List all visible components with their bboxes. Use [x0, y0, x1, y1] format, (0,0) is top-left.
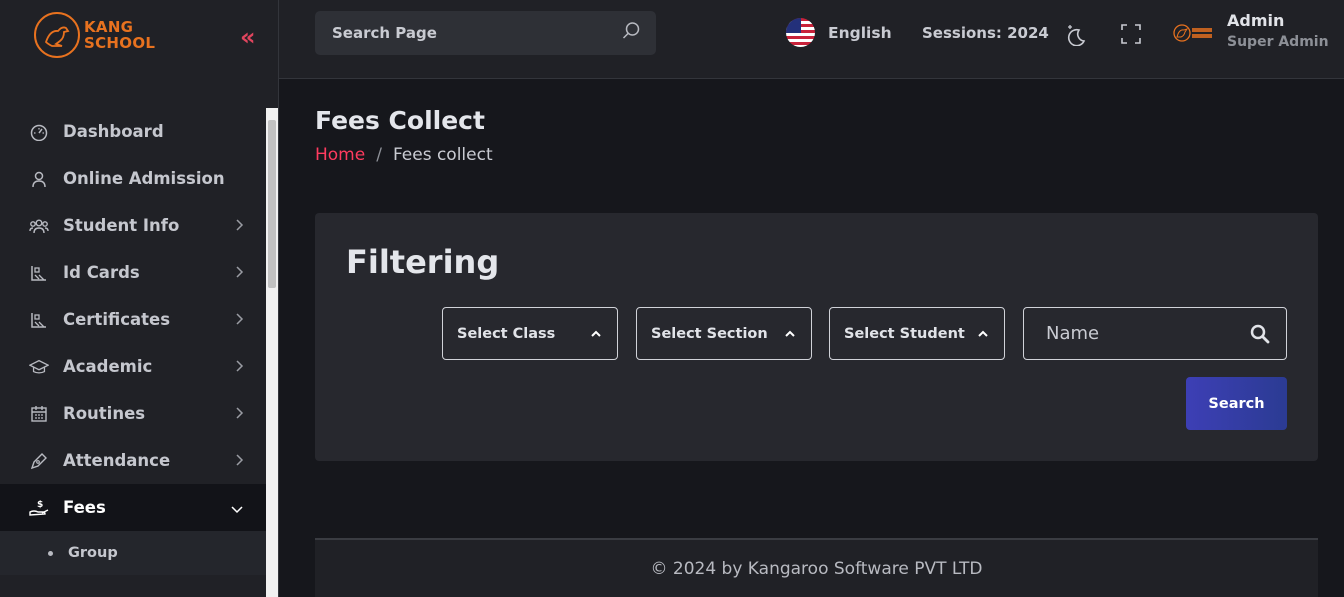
- sidebar-item-dashboard[interactable]: Dashboard: [0, 108, 266, 155]
- fullscreen-icon: [1119, 24, 1143, 50]
- school-name: KANG SCHOOL: [84, 19, 155, 51]
- sidebar-item-label: Fees: [63, 498, 106, 517]
- chevron-right-icon: [234, 311, 244, 330]
- graduation-cap-icon: [29, 357, 49, 377]
- user-icon: [29, 169, 49, 189]
- sidebar-item-label: Certificates: [63, 310, 171, 329]
- select-student-dropdown[interactable]: Select Student: [829, 307, 1005, 360]
- avatar[interactable]: [1172, 22, 1214, 48]
- brand-line2: SCHOOL: [84, 34, 156, 52]
- top-header: English Sessions: 2024 Admin Super Admin: [279, 0, 1344, 79]
- language-label: English: [828, 23, 892, 42]
- sidebar-item-label: Attendance: [63, 451, 171, 470]
- sidebar-subitem-label: Group: [68, 545, 118, 561]
- svg-text:$: $: [37, 500, 43, 510]
- sidebar-item-label: Id Cards: [63, 263, 140, 282]
- filter-card: Filtering Select Class Select Section Se…: [315, 213, 1318, 461]
- chevron-right-icon: [234, 358, 244, 377]
- certificate-icon: [29, 310, 49, 330]
- money-hand-icon: $: [29, 498, 49, 518]
- language-selector[interactable]: English: [786, 18, 892, 47]
- breadcrumb-current: Fees collect: [392, 145, 493, 165]
- dark-mode-toggle[interactable]: [1064, 22, 1088, 50]
- collapse-sidebar-button[interactable]: «: [240, 25, 256, 49]
- select-student-label: Select Student: [844, 325, 965, 342]
- filter-title: Filtering: [346, 243, 500, 281]
- select-class-dropdown[interactable]: Select Class: [442, 307, 618, 360]
- chevron-right-icon: [234, 217, 244, 236]
- sidebar-item-fees[interactable]: $ Fees: [0, 484, 266, 531]
- moon-icon: [1064, 25, 1088, 50]
- users-icon: [29, 216, 49, 236]
- gauge-icon: [29, 122, 49, 142]
- page-search: [315, 11, 656, 55]
- select-class-label: Select Class: [457, 325, 556, 342]
- sidebar: KANG SCHOOL « Dashboard Online Admission…: [0, 0, 279, 597]
- sidebar-item-label: Student Info: [63, 216, 180, 235]
- user-role: Super Admin: [1227, 34, 1329, 50]
- sidebar-item-academic[interactable]: Academic: [0, 343, 266, 390]
- chevron-right-icon: [234, 405, 244, 424]
- chevron-up-icon: [976, 326, 990, 345]
- user-name[interactable]: Admin: [1227, 11, 1284, 30]
- footer: © 2024 by Kangaroo Software PVT LTD: [315, 538, 1318, 597]
- chevron-up-icon: [589, 326, 603, 345]
- sidebar-item-id-cards[interactable]: Id Cards: [0, 249, 266, 296]
- search-icon[interactable]: [1250, 324, 1270, 348]
- school-logo[interactable]: KANG SCHOOL: [34, 12, 155, 58]
- kangaroo-logo-icon: [34, 12, 80, 58]
- breadcrumb: Home / Fees collect: [315, 145, 493, 165]
- select-section-dropdown[interactable]: Select Section: [636, 307, 812, 360]
- sidebar-item-student-info[interactable]: Student Info: [0, 202, 266, 249]
- pen-icon: [29, 451, 49, 471]
- us-flag-icon: [786, 18, 815, 47]
- sidebar-item-online-admission[interactable]: Online Admission: [0, 155, 266, 202]
- sidebar-item-label: Dashboard: [63, 122, 164, 141]
- fullscreen-toggle[interactable]: [1119, 22, 1143, 50]
- session-selector[interactable]: Sessions: 2024: [922, 24, 1049, 42]
- name-search-field: [1023, 307, 1287, 360]
- sidebar-item-label: Online Admission: [63, 169, 225, 188]
- sidebar-item-routines[interactable]: Routines: [0, 390, 266, 437]
- chevron-right-icon: [234, 452, 244, 471]
- breadcrumb-home-link[interactable]: Home: [315, 145, 365, 165]
- select-section-label: Select Section: [651, 325, 768, 342]
- scrollbar-thumb[interactable]: [268, 120, 276, 288]
- search-input[interactable]: [332, 24, 602, 42]
- breadcrumb-separator: /: [376, 145, 382, 165]
- sidebar-item-label: Routines: [63, 404, 146, 423]
- id-card-icon: [29, 263, 49, 283]
- brand-line1: KANG: [84, 18, 134, 36]
- chevron-up-icon: [783, 326, 797, 345]
- sidebar-scrollbar[interactable]: [266, 108, 278, 597]
- bullet-icon: [48, 550, 53, 556]
- calendar-icon: [29, 404, 49, 424]
- sidebar-item-attendance[interactable]: Attendance: [0, 437, 266, 484]
- sidebar-item-certificates[interactable]: Certificates: [0, 296, 266, 343]
- sidebar-item-label: Academic: [63, 357, 153, 376]
- page-title: Fees Collect: [315, 106, 485, 135]
- sidebar-divider: [278, 0, 279, 597]
- search-button[interactable]: Search: [1186, 377, 1287, 430]
- name-input[interactable]: [1046, 323, 1246, 344]
- chevron-right-icon: [234, 264, 244, 283]
- chevron-down-icon: [230, 499, 244, 518]
- sidebar-subitem-group[interactable]: Group: [0, 531, 266, 575]
- copyright-text: © 2024 by Kangaroo Software PVT LTD: [650, 558, 983, 579]
- sidebar-nav: Dashboard Online Admission Student Info …: [0, 108, 266, 575]
- search-icon[interactable]: [621, 21, 641, 45]
